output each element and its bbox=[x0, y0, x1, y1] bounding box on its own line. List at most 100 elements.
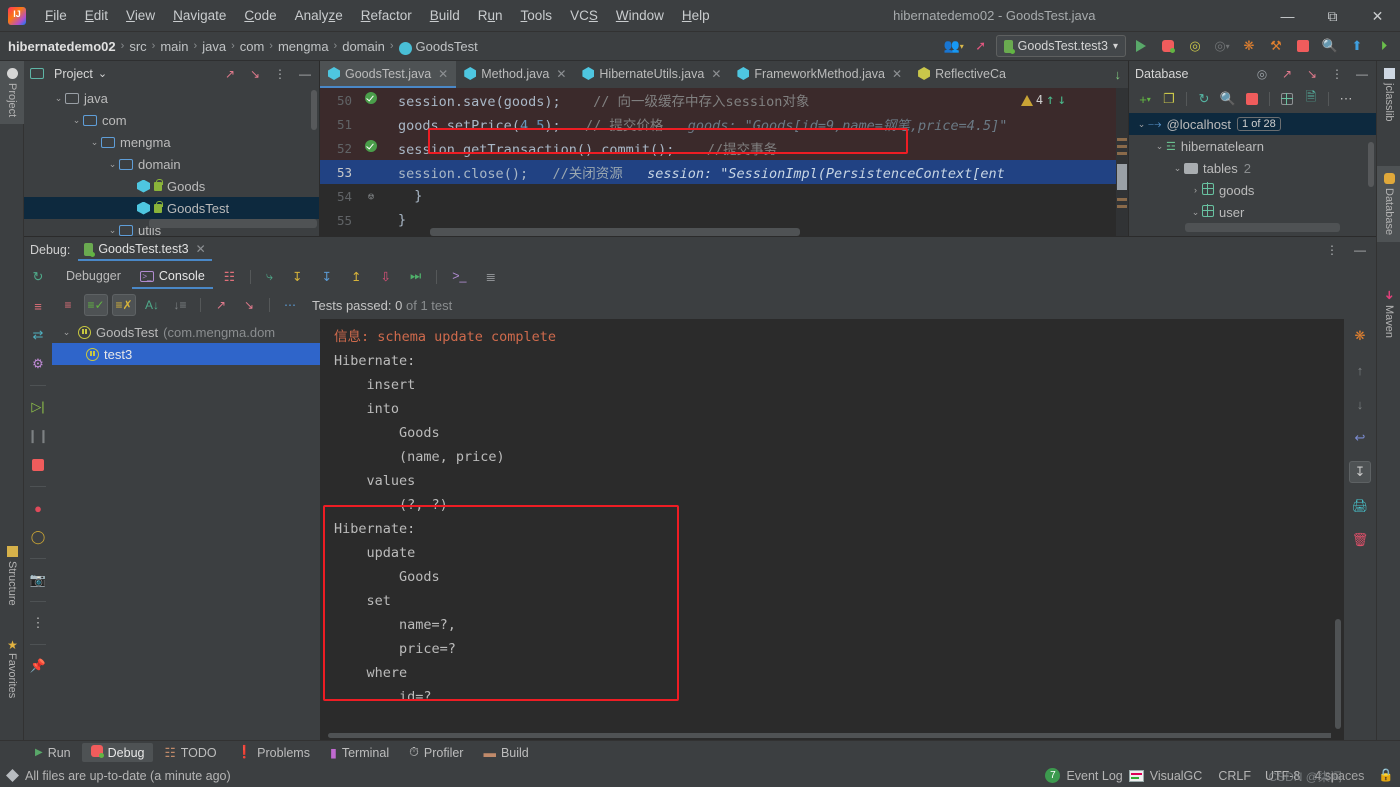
menu-build[interactable]: Build bbox=[421, 4, 469, 27]
chevron-down-icon[interactable]: ⌄ bbox=[1171, 163, 1184, 174]
layout-icon[interactable]: ≣ bbox=[477, 265, 503, 290]
close-icon[interactable]: ✕ bbox=[196, 242, 206, 256]
prev-problem-icon[interactable]: ↑ bbox=[1046, 92, 1054, 108]
editor-horizontal-scrollbar[interactable] bbox=[430, 228, 800, 236]
menu-vcs[interactable]: VCS bbox=[561, 4, 607, 27]
close-icon[interactable]: ✕ bbox=[438, 67, 448, 81]
target-icon[interactable]: ◎ bbox=[1252, 64, 1272, 84]
mute-breakpoints-icon[interactable]: ◯ bbox=[28, 527, 48, 547]
force-step-icon[interactable]: ⏭ bbox=[402, 265, 429, 290]
visualgc-button[interactable]: VisualGC bbox=[1150, 769, 1203, 783]
rerun-failed-tests-icon[interactable]: ≡ bbox=[56, 294, 80, 316]
breadcrumb-item-src[interactable]: src bbox=[129, 39, 146, 54]
tw-button-run[interactable]: ▶ Run bbox=[26, 744, 80, 762]
gutter-marker-verified[interactable] bbox=[360, 140, 382, 156]
menu-analyze[interactable]: Analyze bbox=[286, 4, 352, 27]
project-tree[interactable]: ⌄ java ⌄ com ⌄ mengma ⌄ domain Goods Goo… bbox=[24, 86, 319, 236]
resume-icon[interactable]: ▷| bbox=[28, 397, 48, 417]
db-row-localhost[interactable]: ⌄ ⤍ @localhost 1 of 28 bbox=[1129, 113, 1376, 135]
console-horizontal-scrollbar[interactable] bbox=[320, 730, 1344, 740]
expand-icon[interactable]: ↗ bbox=[220, 64, 240, 84]
rail-tab-favorites[interactable]: ★ Favorites bbox=[0, 631, 24, 705]
soft-wrap-icon[interactable]: ↩ bbox=[1349, 427, 1371, 449]
more-icon[interactable]: ⋯ bbox=[1335, 89, 1357, 109]
code-line-54[interactable]: 54 ⎊ } bbox=[320, 184, 1128, 208]
settings-icon[interactable]: ⚙ bbox=[28, 354, 48, 374]
step-out-icon[interactable]: ↥ bbox=[343, 265, 369, 290]
menu-view[interactable]: View bbox=[117, 4, 164, 27]
database-tree[interactable]: ⌄ ⤍ @localhost 1 of 28 ⌄ ☲ hibernatelear… bbox=[1129, 112, 1376, 236]
tree-row-java[interactable]: ⌄ java bbox=[24, 87, 319, 109]
gutter-marker-verified[interactable] bbox=[360, 92, 382, 108]
line-separator[interactable]: CRLF bbox=[1218, 769, 1251, 783]
collapse-all-icon[interactable]: ↘ bbox=[237, 294, 261, 316]
rail-tab-maven[interactable]: ➜ Maven bbox=[1377, 283, 1400, 345]
test-row-goodstest[interactable]: ⌄ GoodsTest (com.mengma.dom bbox=[52, 321, 320, 343]
db-row-tables[interactable]: ⌄ tables 2 bbox=[1129, 157, 1376, 179]
debug-icon[interactable] bbox=[1156, 35, 1180, 57]
chevron-down-icon[interactable]: ⌄ bbox=[1135, 119, 1148, 130]
menu-window[interactable]: Window bbox=[607, 4, 673, 27]
breadcrumb-item-java[interactable]: java bbox=[202, 39, 226, 54]
step-into-icon[interactable]: ↧ bbox=[314, 265, 340, 290]
maximize-button[interactable]: ⧉ bbox=[1310, 0, 1355, 32]
chevron-down-icon[interactable]: ⌄ bbox=[98, 67, 107, 80]
menu-help[interactable]: Help bbox=[673, 4, 719, 27]
editor-tab-method[interactable]: Method.java ✕ bbox=[456, 61, 574, 88]
code-editor[interactable]: 50 session.save(goods); // 向一级缓存中存入sessi… bbox=[320, 88, 1128, 236]
editor-tabs-overflow-icon[interactable]: ↓ bbox=[1108, 61, 1129, 88]
sort-alphabetically-icon[interactable]: A↓ bbox=[140, 294, 164, 316]
editor-tab-frameworkmethod[interactable]: FrameworkMethod.java ✕ bbox=[729, 61, 910, 88]
collapse-icon[interactable]: ↘ bbox=[1302, 64, 1322, 84]
breakpoints-icon[interactable]: ● bbox=[28, 498, 48, 518]
pin-icon[interactable]: 📌 bbox=[28, 656, 48, 676]
stop-icon[interactable] bbox=[1241, 89, 1263, 109]
pause-icon[interactable]: ❙❙ bbox=[27, 426, 49, 446]
fold-marker-icon[interactable]: ⎊ bbox=[360, 190, 382, 203]
breadcrumb-project[interactable]: hibernatedemo02 bbox=[8, 39, 116, 54]
chevron-down-icon[interactable]: ⌄ bbox=[106, 159, 119, 170]
close-icon[interactable]: ✕ bbox=[556, 67, 566, 81]
chevron-down-icon[interactable]: ⌄ bbox=[1189, 207, 1202, 218]
tree-row-com[interactable]: ⌄ com bbox=[24, 109, 319, 131]
attach-profiler-icon[interactable]: ❋ bbox=[1237, 35, 1261, 57]
tw-button-terminal[interactable]: ▮ Terminal bbox=[321, 743, 398, 762]
tree-row-goods[interactable]: Goods bbox=[24, 175, 319, 197]
tree-row-domain[interactable]: ⌄ domain bbox=[24, 153, 319, 175]
breadcrumb-item-com[interactable]: com bbox=[240, 39, 265, 54]
build-project-icon[interactable]: ⚒ bbox=[1264, 35, 1288, 57]
collapse-icon[interactable]: ↘ bbox=[245, 64, 265, 84]
tw-button-build[interactable]: ▬ Build bbox=[474, 744, 537, 762]
chevron-right-icon[interactable]: › bbox=[1189, 185, 1202, 195]
copy-icon[interactable]: ❐ bbox=[1158, 89, 1180, 109]
tab-debugger[interactable]: Debugger bbox=[58, 265, 129, 289]
profile-icon[interactable]: ◎ ▾ bbox=[1210, 35, 1234, 57]
hide-icon[interactable]: — bbox=[1350, 240, 1370, 260]
tree-row-goodstest[interactable]: GoodsTest bbox=[24, 197, 319, 219]
chevron-down-icon[interactable]: ⌄ bbox=[88, 137, 101, 148]
chevron-down-icon[interactable]: ⌄ bbox=[70, 115, 83, 126]
more-icon[interactable]: ⋮ bbox=[1322, 240, 1342, 260]
db-row-hibernatelearn[interactable]: ⌄ ☲ hibernatelearn bbox=[1129, 135, 1376, 157]
script-icon[interactable]: 🗎 bbox=[1300, 89, 1322, 109]
more-icon[interactable]: ⋮ bbox=[270, 64, 290, 84]
tab-console[interactable]: >_ Console bbox=[131, 265, 213, 289]
run-coverage-icon[interactable]: ◎ bbox=[1183, 35, 1207, 57]
rail-tab-database[interactable]: Database bbox=[1377, 166, 1400, 243]
scroll-up-icon[interactable]: ↑ bbox=[1349, 359, 1371, 381]
add-icon[interactable]: + ▾ bbox=[1134, 89, 1156, 109]
show-execution-point-icon[interactable]: ⤷ bbox=[258, 265, 281, 290]
database-vertical-scrollbar[interactable] bbox=[1368, 142, 1374, 187]
screenshot-icon[interactable]: 📷 bbox=[28, 570, 48, 590]
test-tree[interactable]: ⌄ GoodsTest (com.mengma.dom test3 bbox=[52, 319, 320, 740]
step-over-icon[interactable]: ↧ bbox=[284, 265, 310, 290]
expand-all-icon[interactable]: ↗ bbox=[209, 294, 233, 316]
hide-passed-icon[interactable]: ≡✓ bbox=[84, 294, 108, 316]
rerun-icon[interactable]: ↻ bbox=[28, 267, 48, 287]
test-row-test3[interactable]: test3 bbox=[52, 343, 320, 365]
console-output[interactable]: 信息: schema update complete Hibernate: in… bbox=[320, 319, 1344, 740]
database-horizontal-scrollbar[interactable] bbox=[1185, 223, 1340, 232]
refresh-icon[interactable]: ↻ bbox=[1193, 89, 1215, 109]
menu-file[interactable]: File bbox=[36, 4, 76, 27]
show-ignored-icon[interactable]: ≡✗ bbox=[112, 294, 136, 316]
